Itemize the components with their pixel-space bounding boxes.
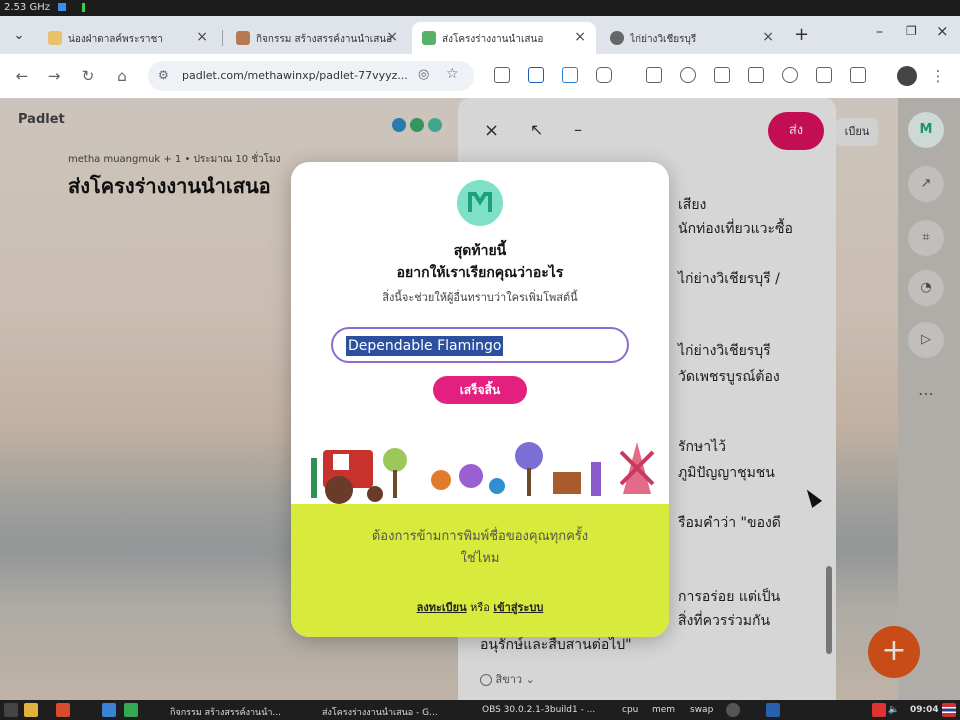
- side-panel-icon[interactable]: [850, 67, 866, 83]
- new-tab-icon[interactable]: +: [794, 24, 809, 45]
- close-tab-icon[interactable]: ×: [574, 29, 586, 45]
- skip-prompt-line-1: ต้องการข้ามการพิมพ์ชื่อของคุณทุกครั้ง: [371, 529, 589, 544]
- extension-3-icon[interactable]: [562, 67, 578, 83]
- browser-icon[interactable]: [102, 703, 116, 717]
- volume-icon[interactable]: 🔈: [888, 705, 899, 715]
- signup-link[interactable]: ลงทะเบียน: [417, 601, 467, 614]
- taskbar-window-3[interactable]: OBS 30.0.2.1-3build1 - ...: [482, 705, 604, 715]
- extension-2-icon[interactable]: [528, 67, 544, 83]
- tab-label: น่องฝ่าดาลค์พระราชา: [68, 34, 163, 45]
- reload-icon[interactable]: ↻: [78, 66, 98, 86]
- activity-meter-icon: [82, 3, 85, 12]
- forward-icon[interactable]: →: [44, 66, 64, 86]
- padlet-page: Padlet metha muangmuk + 1 • ประมาณ 10 ชั…: [0, 98, 960, 700]
- taskbar-window-1[interactable]: กิจกรรม สร้างสรรค์งานนำ...: [170, 705, 298, 719]
- back-icon[interactable]: ←: [12, 66, 32, 86]
- tab-favicon-icon: [422, 31, 436, 45]
- minimize-window-icon[interactable]: –: [876, 24, 883, 40]
- tab-3-active[interactable]: ส่งโครงร่างงานนำเสนอ ×: [412, 22, 596, 54]
- tab-label: ส่งโครงร่างงานนำเสนอ: [442, 34, 544, 45]
- profile-avatar[interactable]: [897, 66, 917, 86]
- close-tab-icon[interactable]: ×: [196, 29, 208, 45]
- media-icon[interactable]: [816, 67, 832, 83]
- tab-4[interactable]: ไก่ย่างวิเชียรบุรี ×: [600, 22, 784, 54]
- tab-1[interactable]: น่องฝ่าดาลค์พระราชา ×: [38, 22, 218, 54]
- start-menu-icon[interactable]: [4, 703, 18, 717]
- reading-list-icon[interactable]: [646, 67, 662, 83]
- link-icon[interactable]: [782, 67, 798, 83]
- close-window-icon[interactable]: ×: [936, 22, 949, 40]
- clock[interactable]: 09:04: [910, 705, 939, 715]
- tab-favicon-icon: [236, 31, 250, 45]
- browser-menu-icon[interactable]: ⋮: [928, 66, 948, 86]
- memory-monitor: mem: [652, 705, 676, 715]
- history-icon[interactable]: [680, 67, 696, 83]
- auth-links: ลงทะเบียน หรือ เข้าสู่ระบบ: [291, 598, 669, 616]
- browser-toolbar: ← → ↻ ⌂ ⚙ padlet.com/methawinxp/padlet-7…: [0, 54, 960, 98]
- bookmark-star-icon[interactable]: ☆: [446, 66, 459, 82]
- dialog-heading: สุดท้ายนี้: [453, 243, 507, 259]
- display-name-selected-text: Dependable Flamingo: [346, 336, 504, 356]
- close-tab-icon[interactable]: ×: [762, 29, 774, 45]
- cpu-frequency: 2.53 GHz: [4, 2, 50, 13]
- tab-2[interactable]: กิจกรรม สร้างสรรค์งานนำเสนอ ×: [226, 22, 408, 54]
- tab-favicon-icon: [610, 31, 624, 45]
- thai-flag-icon[interactable]: [942, 703, 956, 717]
- screenshot-icon[interactable]: [748, 67, 764, 83]
- tab-label: ไก่ย่างวิเชียรบุรี: [630, 34, 697, 45]
- taskbar: กิจกรรม สร้างสรรค์งานนำ... ส่งโครงร่างงา…: [0, 700, 960, 720]
- dialog-subtitle: สิ่งนี้จะช่วยให้ผู้อื่นทราบว่าใครเพิ่มโพ…: [382, 291, 578, 304]
- tab-search-icon[interactable]: ⌄: [8, 26, 30, 48]
- app-launcher-icon[interactable]: [56, 703, 70, 717]
- cpu-monitor: cpu: [622, 705, 639, 715]
- padlet-logo-icon: [457, 180, 503, 226]
- address-bar[interactable]: ⚙ padlet.com/methawinxp/padlet-77vyyz...…: [148, 61, 474, 91]
- system-bar: 2.53 GHz: [0, 0, 960, 16]
- site-info-icon[interactable]: ⚙: [158, 68, 169, 82]
- qr-code-icon[interactable]: [714, 67, 730, 83]
- close-tab-icon[interactable]: ×: [386, 29, 398, 45]
- home-icon[interactable]: ⌂: [112, 66, 132, 86]
- bluetooth-icon[interactable]: [766, 703, 780, 717]
- lens-icon[interactable]: ◎: [418, 67, 429, 82]
- steam-icon[interactable]: [726, 703, 740, 717]
- extensions-puzzle-icon[interactable]: [596, 67, 612, 83]
- tab-strip: ⌄ น่องฝ่าดาลค์พระราชา × กิจกรรม สร้างสรร…: [0, 16, 960, 54]
- extension-1-icon[interactable]: [494, 67, 510, 83]
- tab-favicon-icon: [48, 31, 62, 45]
- chrome-icon[interactable]: [124, 703, 138, 717]
- status-indicator-icon: [58, 3, 66, 11]
- login-link[interactable]: เข้าสู่ระบบ: [493, 601, 543, 614]
- tab-divider: [222, 30, 223, 46]
- tab-label: กิจกรรม สร้างสรรค์งานนำเสนอ: [256, 34, 393, 45]
- url-text: padlet.com/methawinxp/padlet-77vyyz...: [182, 69, 408, 82]
- dialog-question: อยากให้เราเรียกคุณว่าอะไร: [396, 265, 564, 281]
- taskbar-window-2[interactable]: ส่งโครงร่างงานนำเสนอ - G...: [322, 705, 450, 719]
- swap-monitor: swap: [690, 705, 714, 715]
- record-indicator-icon[interactable]: [872, 703, 886, 717]
- or-text: หรือ: [470, 601, 490, 614]
- done-button[interactable]: เสร็จสิ้น: [433, 376, 527, 404]
- skip-prompt: ต้องการข้ามการพิมพ์ชื่อของคุณทุกครั้ง ใช…: [291, 526, 669, 570]
- restore-window-icon[interactable]: ❐: [906, 24, 917, 38]
- name-dialog: สุดท้ายนี้ อยากให้เราเรียกคุณว่าอะไร สิ่…: [291, 162, 669, 637]
- skip-prompt-line-2: ใช่ไหม: [460, 551, 500, 566]
- file-manager-icon[interactable]: [24, 703, 38, 717]
